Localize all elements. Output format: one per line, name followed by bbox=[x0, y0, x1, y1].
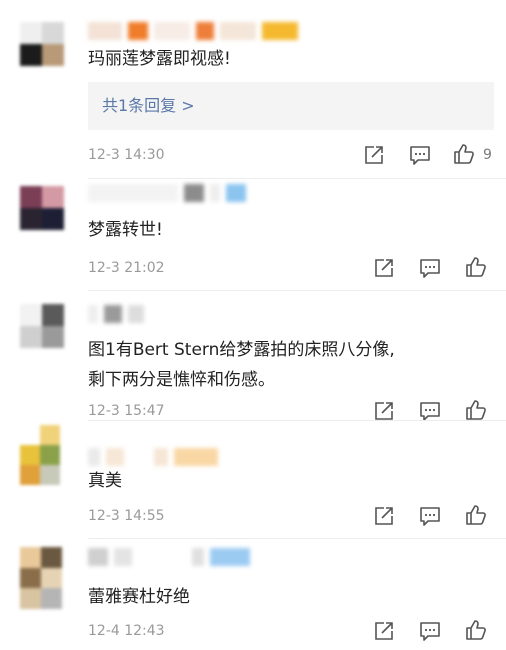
username-blurred[interactable] bbox=[88, 305, 144, 323]
comment-icon[interactable] bbox=[408, 143, 432, 167]
thumbs-up-icon[interactable] bbox=[464, 618, 488, 642]
username-blurred[interactable] bbox=[88, 448, 218, 466]
comment-icon[interactable] bbox=[418, 256, 442, 280]
comment-text-line-2: 剩下两分是憔悴和伤感。 bbox=[88, 370, 275, 390]
comment-icon[interactable] bbox=[418, 619, 442, 643]
avatar[interactable] bbox=[20, 425, 60, 485]
share-icon[interactable] bbox=[372, 504, 396, 528]
comment-timestamp: 12-3 14:30 bbox=[88, 147, 165, 163]
comment-text: 图1有Bert Stern给梦露拍的床照八分像, bbox=[88, 340, 395, 360]
avatar[interactable] bbox=[20, 186, 64, 230]
comment-text: 蕾雅赛杜好绝 bbox=[88, 587, 190, 607]
comment-timestamp: 12-4 12:43 bbox=[88, 623, 165, 639]
username-blurred[interactable] bbox=[88, 22, 298, 40]
divider bbox=[88, 420, 506, 421]
comment-text: 玛丽莲梦露即视感! bbox=[88, 49, 231, 69]
like-count: 9 bbox=[483, 147, 492, 163]
view-replies-link[interactable]: 共1条回复 > bbox=[102, 82, 195, 130]
comment-timestamp: 12-3 21:02 bbox=[88, 260, 165, 276]
comment-icon[interactable] bbox=[418, 504, 442, 528]
thumbs-up-icon[interactable] bbox=[464, 503, 488, 527]
thumbs-up-icon[interactable] bbox=[464, 398, 488, 422]
avatar[interactable] bbox=[20, 547, 62, 609]
comment-text: 梦露转世! bbox=[88, 220, 163, 240]
avatar[interactable] bbox=[20, 304, 64, 348]
divider bbox=[88, 538, 506, 539]
comment-timestamp: 12-3 15:47 bbox=[88, 403, 165, 419]
divider bbox=[88, 178, 506, 179]
share-icon[interactable] bbox=[362, 143, 386, 167]
thumbs-up-icon[interactable] bbox=[452, 142, 476, 166]
username-blurred[interactable] bbox=[88, 184, 246, 202]
reply-box[interactable]: 共1条回复 > bbox=[88, 82, 494, 130]
avatar[interactable] bbox=[20, 22, 64, 66]
comment-timestamp: 12-3 14:55 bbox=[88, 508, 165, 524]
comment-text: 真美 bbox=[88, 471, 122, 491]
thumbs-up-icon[interactable] bbox=[464, 255, 488, 279]
divider bbox=[88, 290, 506, 291]
share-icon[interactable] bbox=[372, 256, 396, 280]
share-icon[interactable] bbox=[372, 619, 396, 643]
username-blurred[interactable] bbox=[88, 548, 250, 566]
